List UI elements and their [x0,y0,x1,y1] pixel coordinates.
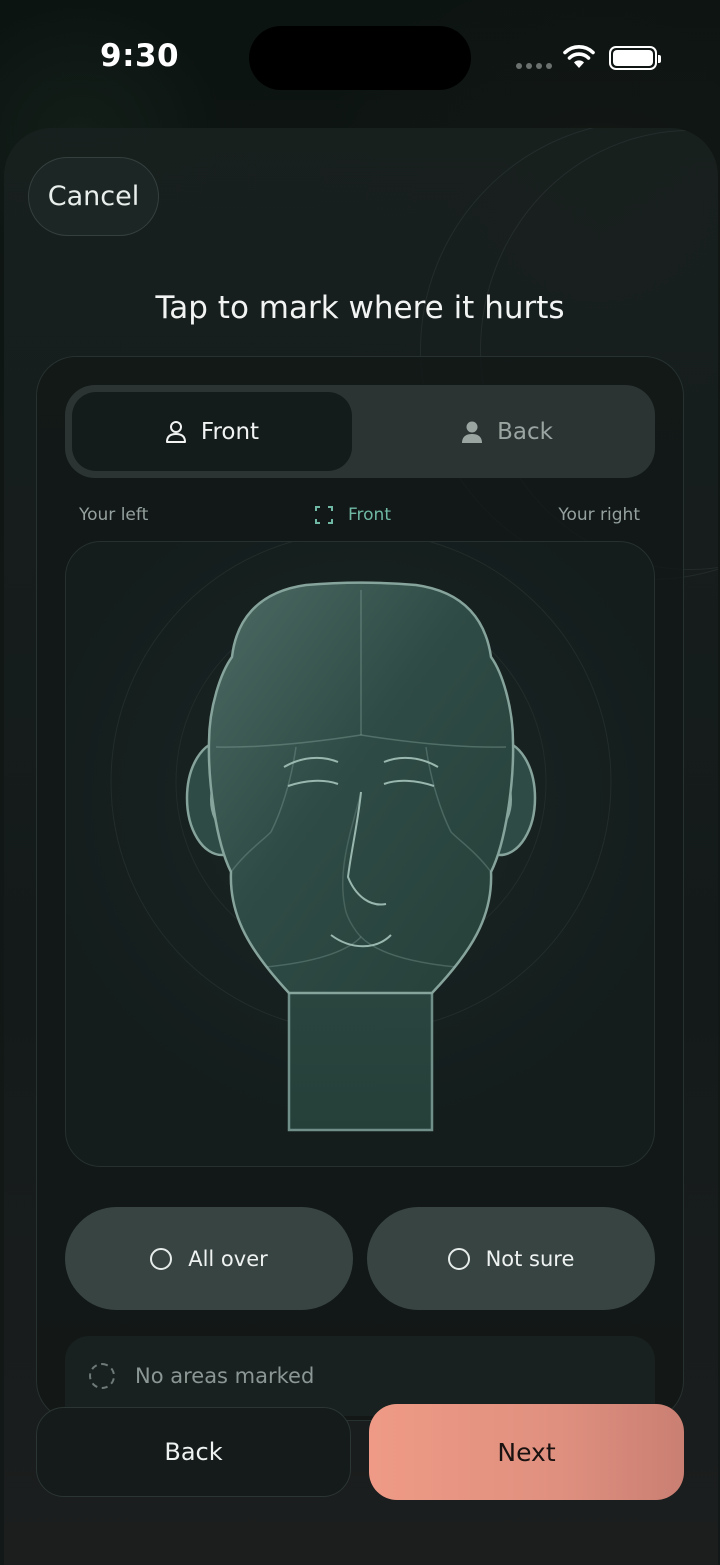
tab-front[interactable]: Front [72,392,352,471]
cancel-button[interactable]: Cancel [28,157,159,236]
radio-circle-icon [447,1247,470,1270]
not-sure-label: Not sure [485,1246,575,1271]
all-over-option[interactable]: All over [65,1207,353,1310]
status-time: 9:30 [100,38,180,74]
radio-circle-icon [150,1247,173,1270]
person-filled-icon [462,421,483,443]
not-sure-option[interactable]: Not sure [367,1207,655,1310]
head-diagram[interactable] [66,542,655,1167]
dynamic-island [249,26,471,90]
wifi-icon [563,45,595,68]
signal-icon [516,63,552,69]
tab-back[interactable]: Back [365,392,649,471]
tab-front-label: Front [200,418,260,445]
person-outline-icon [165,420,186,443]
next-button[interactable]: Next [369,1404,684,1500]
all-over-label: All over [188,1246,268,1271]
your-right-label: Your right [558,505,640,525]
page-title: Tap to mark where it hurts [155,290,565,326]
front-indicator: Front [314,505,391,525]
front-indicator-label: Front [348,505,391,525]
body-map-canvas[interactable] [65,541,655,1167]
battery-icon [609,46,661,70]
your-left-label: Your left [79,505,149,525]
neck-region[interactable] [287,988,434,1132]
dashed-circle-icon [89,1363,115,1389]
marked-areas-text: No areas marked [135,1364,315,1388]
tab-back-label: Back [497,418,553,445]
back-button[interactable]: Back [36,1407,351,1497]
frame-corners-icon [315,506,333,524]
